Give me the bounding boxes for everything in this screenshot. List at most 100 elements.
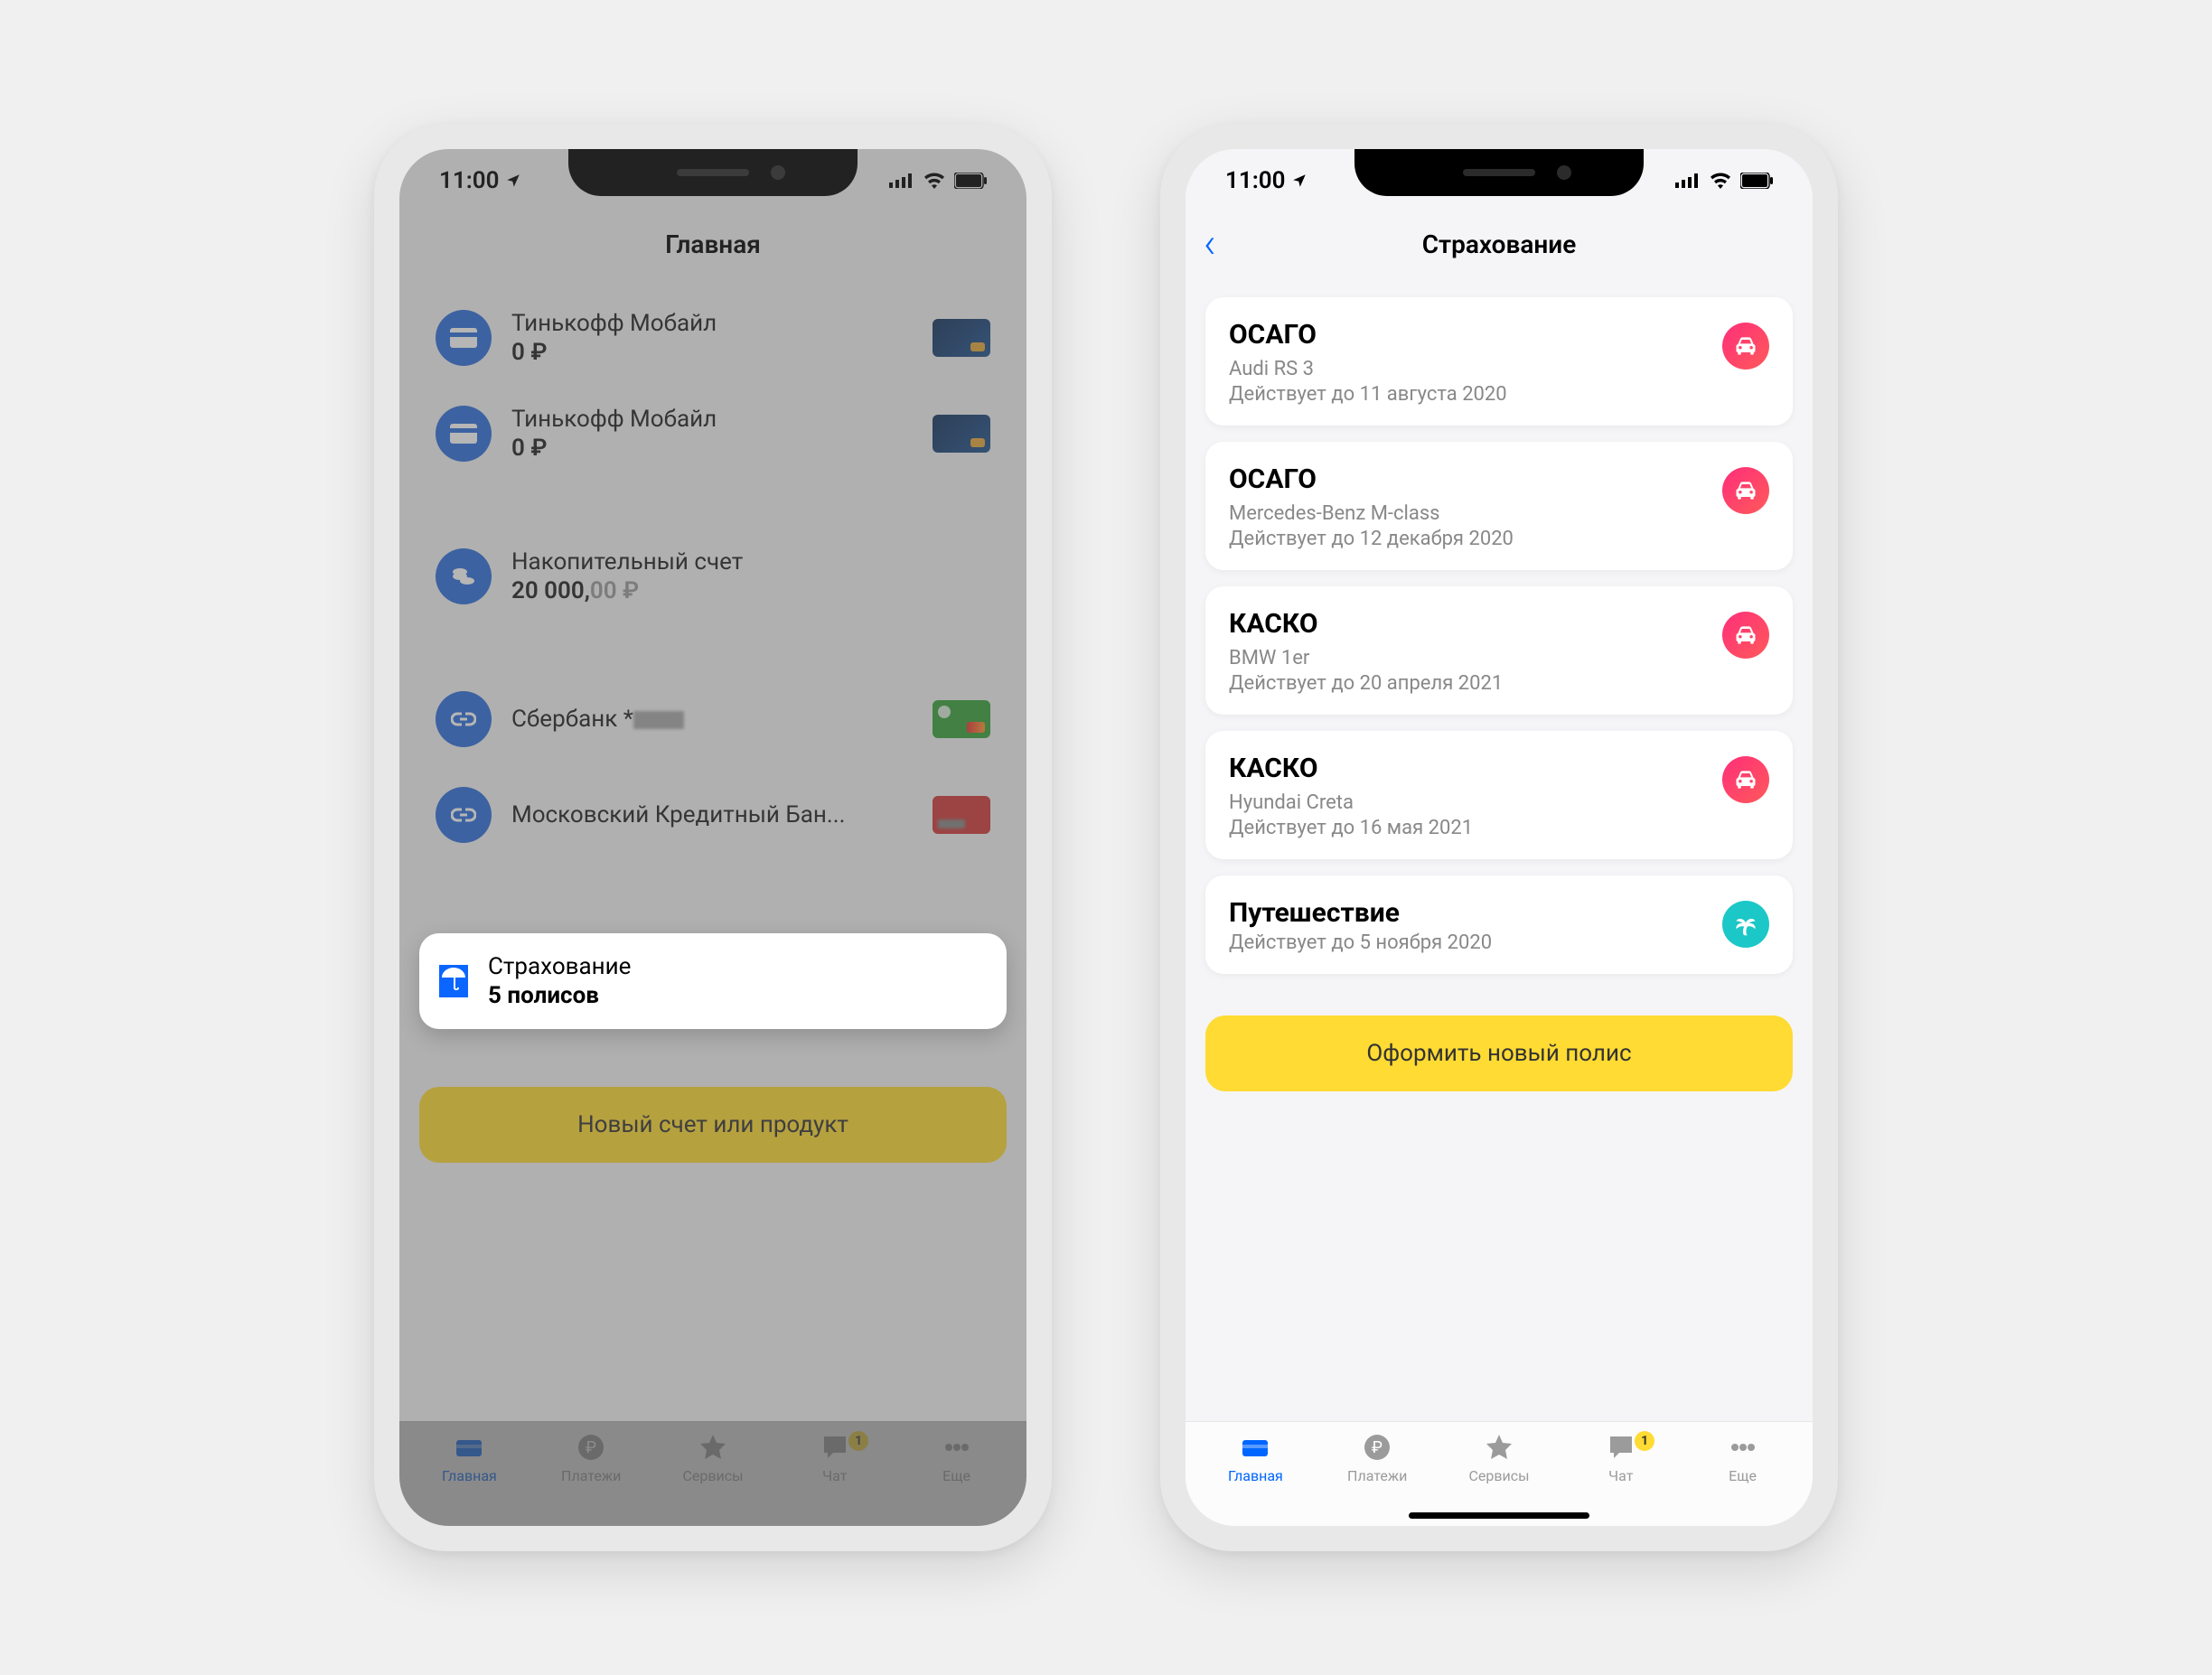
more-tab-icon — [1729, 1431, 1757, 1464]
tab-home[interactable]: Главная — [1195, 1431, 1317, 1504]
cellular-icon — [889, 173, 914, 188]
account-balance: 0 ₽ — [511, 435, 913, 462]
insurance-title: Страхование — [488, 953, 631, 980]
new-policy-button[interactable]: Оформить новый полис — [1205, 1015, 1793, 1091]
policy-validity: Действует до 16 мая 2021 — [1229, 817, 1722, 839]
payments-tab-icon: ₽ — [1363, 1431, 1392, 1464]
linked-bank-name: Сбербанк * — [511, 706, 913, 733]
policy-validity: Действует до 11 августа 2020 — [1229, 383, 1722, 406]
card-thumbnail[interactable] — [933, 415, 990, 453]
wifi-icon — [1710, 173, 1731, 189]
savings-row[interactable]: Накопительный счет 20 000,00 ₽ — [419, 529, 1007, 624]
status-time: 11:00 — [439, 167, 500, 194]
services-tab-icon — [1485, 1431, 1514, 1464]
policy-title: ОСАГО — [1229, 319, 1722, 351]
policy-validity: Действует до 5 ноября 2020 — [1229, 931, 1722, 954]
linked-bank-row[interactable]: Сбербанк * — [419, 671, 1007, 767]
policy-title: Путешествие — [1229, 897, 1722, 929]
policy-card[interactable]: КАСКО BMW 1er Действует до 20 апреля 2021 — [1205, 586, 1793, 715]
policy-validity: Действует до 20 апреля 2021 — [1229, 672, 1722, 695]
battery-icon — [1740, 173, 1773, 189]
services-tab-icon — [698, 1431, 727, 1464]
policy-card[interactable]: ОСАГО Audi RS 3 Действует до 11 августа 20… — [1205, 297, 1793, 426]
linked-bank-name: Московский Кредитный Бан... — [511, 801, 913, 828]
main-content: Тинькофф Мобайл 0 ₽ Тинькофф Мобайл 0 ₽ — [399, 276, 1026, 1416]
savings-amount: 20 000,00 ₽ — [511, 577, 990, 604]
notch — [568, 149, 858, 196]
status-time: 11:00 — [1225, 167, 1286, 194]
policy-subtitle: Mercedes-Benz M-class — [1229, 502, 1722, 525]
insurance-card[interactable]: Страхование 5 полисов — [419, 933, 1007, 1029]
tab-chat[interactable]: 1 Чат — [773, 1431, 895, 1504]
account-balance: 0 ₽ — [511, 339, 913, 366]
umbrella-icon — [439, 965, 468, 997]
tab-payments[interactable]: ₽ Платежи — [530, 1431, 652, 1504]
policy-subtitle: Hyundai Creta — [1229, 791, 1722, 814]
chat-badge: 1 — [848, 1431, 868, 1451]
policy-subtitle: BMW 1er — [1229, 647, 1722, 669]
chat-tab-icon — [820, 1431, 849, 1464]
location-icon — [1291, 173, 1308, 189]
phone-mockup-left: 11:00 Главная Тинькофф Мобайл 0 ₽ — [374, 124, 1052, 1551]
car-icon — [1722, 467, 1769, 514]
svg-text:₽: ₽ — [586, 1438, 596, 1457]
policy-title: ОСАГО — [1229, 463, 1722, 495]
savings-name: Накопительный счет — [511, 548, 990, 575]
link-icon — [436, 691, 492, 747]
cellular-icon — [1675, 173, 1701, 188]
policy-title: КАСКО — [1229, 608, 1722, 640]
policy-card[interactable]: КАСКО Hyundai Creta Действует до 16 мая 20… — [1205, 731, 1793, 859]
tab-more[interactable]: Еще — [895, 1431, 1017, 1504]
phone-mockup-right: 11:00 ‹ Страхование ОСАГО Audi RS 3 Действ… — [1160, 124, 1838, 1551]
tab-home[interactable]: Главная — [408, 1431, 530, 1504]
account-name: Тинькофф Мобайл — [511, 406, 913, 433]
page-title: Страхование — [1422, 229, 1577, 259]
home-tab-icon — [455, 1431, 483, 1464]
tab-bar: Главная ₽ Платежи Сервисы 1 Чат Еще — [1186, 1421, 1813, 1526]
location-icon — [505, 173, 521, 189]
nav-header: ‹ Страхование — [1186, 212, 1813, 276]
insurance-count: 5 полисов — [488, 982, 631, 1009]
new-product-button[interactable]: Новый счет или продукт — [419, 1087, 1007, 1163]
car-icon — [1722, 756, 1769, 803]
account-name: Тинькофф Мобайл — [511, 310, 913, 337]
card-icon — [436, 310, 492, 366]
tab-chat[interactable]: 1 Чат — [1560, 1431, 1682, 1504]
payments-tab-icon: ₽ — [576, 1431, 605, 1464]
account-row[interactable]: Тинькофф Мобайл 0 ₽ — [419, 386, 1007, 482]
home-indicator[interactable] — [1409, 1512, 1589, 1519]
palm-icon — [1722, 901, 1769, 948]
chat-badge: 1 — [1635, 1431, 1654, 1451]
more-tab-icon — [942, 1431, 971, 1464]
tab-services[interactable]: Сервисы — [652, 1431, 774, 1504]
policy-card[interactable]: ОСАГО Mercedes-Benz M-class Действует до 1… — [1205, 442, 1793, 570]
back-button[interactable]: ‹ — [1204, 223, 1216, 265]
tab-more[interactable]: Еще — [1682, 1431, 1804, 1504]
battery-icon — [954, 173, 987, 189]
card-thumbnail[interactable] — [933, 796, 990, 834]
svg-text:₽: ₽ — [1372, 1438, 1382, 1457]
tab-payments[interactable]: ₽ Платежи — [1317, 1431, 1439, 1504]
car-icon — [1722, 323, 1769, 370]
chat-tab-icon — [1607, 1431, 1636, 1464]
link-icon — [436, 787, 492, 843]
tab-bar: Главная ₽ Платежи Сервисы 1 Чат Еще — [399, 1421, 1026, 1526]
home-tab-icon — [1241, 1431, 1270, 1464]
policy-subtitle: Audi RS 3 — [1229, 358, 1722, 380]
wifi-icon — [923, 173, 945, 189]
card-thumbnail[interactable] — [933, 700, 990, 738]
main-content: ОСАГО Audi RS 3 Действует до 11 августа 20… — [1186, 276, 1813, 1416]
tab-services[interactable]: Сервисы — [1439, 1431, 1561, 1504]
policy-card[interactable]: ПутешествиеДействует до 5 ноября 2020 — [1205, 875, 1793, 974]
notch — [1354, 149, 1644, 196]
card-icon — [436, 406, 492, 462]
coins-icon — [436, 548, 492, 604]
account-row[interactable]: Тинькофф Мобайл 0 ₽ — [419, 290, 1007, 386]
page-title: Главная — [665, 229, 761, 259]
policy-title: КАСКО — [1229, 753, 1722, 784]
car-icon — [1722, 612, 1769, 659]
nav-header: Главная — [399, 212, 1026, 276]
policy-validity: Действует до 12 декабря 2020 — [1229, 528, 1722, 550]
card-thumbnail[interactable] — [933, 319, 990, 357]
linked-bank-row[interactable]: Московский Кредитный Бан... — [419, 767, 1007, 863]
